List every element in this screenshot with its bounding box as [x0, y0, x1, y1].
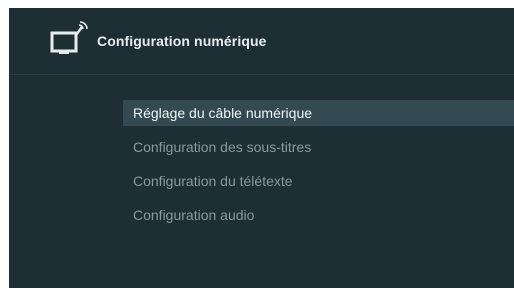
header-bar: Configuration numérique	[9, 8, 514, 75]
page-title: Configuration numérique	[97, 33, 267, 49]
settings-screen: Configuration numérique Réglage du câble…	[9, 8, 514, 288]
tv-antenna-icon	[50, 21, 90, 57]
menu-item-subtitle-setup[interactable]: Configuration des sous-titres	[123, 135, 514, 160]
settings-menu: Réglage du câble numérique Configuration…	[123, 100, 514, 237]
menu-item-audio-setup[interactable]: Configuration audio	[123, 203, 514, 228]
menu-item-teletext-setup[interactable]: Configuration du télétexte	[123, 169, 514, 194]
menu-item-digital-cable-setup[interactable]: Réglage du câble numérique	[123, 100, 514, 126]
